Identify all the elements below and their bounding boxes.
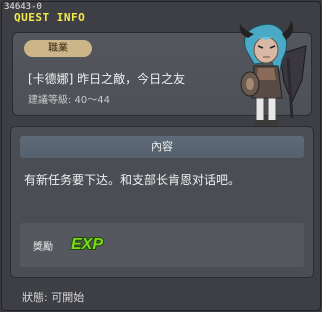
npc-portrait-icon	[239, 20, 307, 128]
quest-info-window: 34643-0 QUEST INFO 職業 [卡德娜] 昨日之敵，今日之友 建議…	[1, 1, 321, 311]
quest-content-panel: 內容 有新任务要下达。和支部长肯恩对话吧。 獎勵 EXP	[10, 126, 314, 278]
quest-status: 狀態: 可開始	[22, 291, 85, 304]
recommended-level: 建議等級: 40～44	[28, 95, 110, 106]
window-title: QUEST INFO	[14, 11, 86, 24]
exp-text: EXP	[71, 236, 103, 253]
quest-description: 有新任务要下达。和支部长肯恩对话吧。	[24, 173, 241, 187]
exp-icon: EXP	[70, 235, 104, 254]
content-header: 內容	[20, 136, 304, 158]
job-badge: 職業	[24, 40, 92, 57]
reward-label: 獎勵	[33, 242, 53, 253]
reward-row: 獎勵 EXP	[20, 223, 304, 267]
quest-name: [卡德娜] 昨日之敵，今日之友	[28, 72, 186, 86]
